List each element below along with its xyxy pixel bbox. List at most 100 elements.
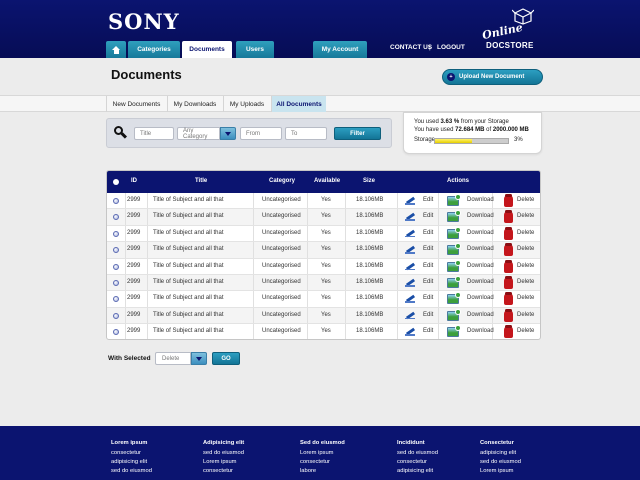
table-row[interactable]: 2999 Title of Subject and all that Uncateg… [107,209,540,226]
download-link[interactable]: Download [467,328,494,334]
sony-logo[interactable]: SONY [108,9,180,34]
delete-icon[interactable] [504,243,513,257]
table-row[interactable]: 2999 Title of Subject and all that Uncateg… [107,291,540,308]
edit-link[interactable]: Edit [423,213,433,219]
download-link[interactable]: Download [467,295,494,301]
footer-link[interactable]: sed do eiusmod [203,450,244,456]
edit-link[interactable]: Edit [423,328,433,334]
delete-icon[interactable] [504,308,513,322]
edit-link[interactable]: Edit [423,295,433,301]
title-filter-input[interactable]: Title [134,127,174,140]
footer-link[interactable]: Lorem ipsum [300,450,345,456]
header-size[interactable]: Size [363,178,375,184]
row-select-radio[interactable] [113,296,119,303]
cell-title[interactable]: Title of Subject and all that [153,197,224,203]
download-link[interactable]: Download [467,197,494,203]
chevron-down-icon[interactable] [220,127,236,140]
footer-link[interactable]: Lorem ipsum [480,468,521,474]
footer-link[interactable]: labore [300,468,345,474]
row-select-radio[interactable] [113,280,119,286]
cell-title[interactable]: Title of Subject and all that [153,295,224,301]
edit-icon[interactable] [405,262,416,271]
cell-title[interactable]: Title of Subject and all that [153,328,224,334]
download-icon[interactable] [447,292,461,305]
footer-link[interactable]: sed do eiusmod [397,450,438,456]
table-row[interactable]: 2999 Title of Subject and all that Uncateg… [107,242,540,259]
edit-icon[interactable] [405,245,416,254]
table-row[interactable]: 2999 Title of Subject and all that Uncateg… [107,324,540,339]
download-icon[interactable] [447,194,461,206]
select-all-radio[interactable] [113,179,119,185]
bulk-action-select[interactable]: Delete [155,352,191,365]
delete-link[interactable]: Delete [517,279,534,285]
delete-link[interactable]: Delete [517,246,534,252]
logout-link[interactable]: LOGOUT [437,44,465,51]
category-select[interactable]: Any Category [177,127,220,140]
header-category[interactable]: Category [269,178,295,184]
upload-new-document-button[interactable]: + Upload New Document [442,69,543,85]
row-select-radio[interactable] [113,214,119,221]
chevron-down-icon[interactable] [191,352,207,365]
cell-title[interactable]: Title of Subject and all that [153,213,224,219]
table-row[interactable]: 2999 Title of Subject and all that Uncateg… [107,275,540,292]
home-tab[interactable] [106,41,126,58]
edit-icon[interactable] [405,278,416,287]
delete-link[interactable]: Delete [517,328,534,334]
delete-icon[interactable] [504,194,513,207]
tab-users[interactable]: Users [236,41,274,58]
delete-icon[interactable] [504,325,513,339]
row-select-radio[interactable] [113,198,119,204]
tab-categories[interactable]: Categories [128,41,180,58]
edit-link[interactable]: Edit [423,230,433,236]
cell-title[interactable]: Title of Subject and all that [153,279,224,285]
footer-link[interactable]: adipisicing elit [397,468,438,474]
tab-my-account[interactable]: My Account [313,41,367,58]
subtab-my-downloads[interactable]: My Downloads [167,96,222,112]
table-row[interactable]: 2999 Title of Subject and all that Uncateg… [107,307,540,325]
delete-icon[interactable] [504,276,513,289]
delete-link[interactable]: Delete [517,263,534,269]
header-available[interactable]: Available [314,178,340,184]
row-select-radio[interactable] [113,329,119,336]
download-icon[interactable] [447,243,461,256]
delete-link[interactable]: Delete [517,230,534,236]
table-row[interactable]: 2999 Title of Subject and all that Uncateg… [107,225,540,243]
row-select-radio[interactable] [113,247,119,254]
table-row[interactable]: 2999 Title of Subject and all that Uncateg… [107,193,540,210]
delete-icon[interactable] [504,226,513,240]
table-row[interactable]: 2999 Title of Subject and all that Uncateg… [107,258,540,275]
footer-link[interactable]: consectetur [300,459,345,465]
cell-title[interactable]: Title of Subject and all that [153,246,224,252]
delete-icon[interactable] [504,210,513,224]
delete-link[interactable]: Delete [517,213,534,219]
edit-icon[interactable] [405,327,416,336]
download-icon[interactable] [447,259,461,272]
edit-link[interactable]: Edit [423,263,433,269]
footer-link[interactable]: consectetur [203,468,244,474]
contact-us-link[interactable]: CONTACT US [390,44,432,51]
delete-icon[interactable] [504,292,513,306]
row-select-radio[interactable] [113,263,119,270]
download-link[interactable]: Download [467,230,494,236]
footer-link[interactable]: consectetur [397,459,438,465]
footer-link[interactable]: consectetur [111,450,152,456]
footer-link[interactable]: adipisicing elit [111,459,152,465]
edit-link[interactable]: Edit [423,279,433,285]
row-select-radio[interactable] [113,312,119,319]
from-date-input[interactable]: From [240,127,282,140]
download-link[interactable]: Download [467,279,494,285]
footer-link[interactable]: adipisicing elit [480,450,521,456]
cell-title[interactable]: Title of Subject and all that [153,263,224,269]
download-link[interactable]: Download [467,246,494,252]
edit-link[interactable]: Edit [423,312,433,318]
edit-icon[interactable] [405,196,416,205]
footer-link[interactable]: sed do eiusmod [480,459,521,465]
delete-link[interactable]: Delete [517,312,534,318]
download-icon[interactable] [447,226,461,239]
download-icon[interactable] [447,325,461,338]
edit-icon[interactable] [405,294,416,303]
edit-icon[interactable] [405,311,416,320]
go-button[interactable]: GO [212,352,240,365]
header-id[interactable]: ID [131,178,137,184]
edit-link[interactable]: Edit [423,246,433,252]
